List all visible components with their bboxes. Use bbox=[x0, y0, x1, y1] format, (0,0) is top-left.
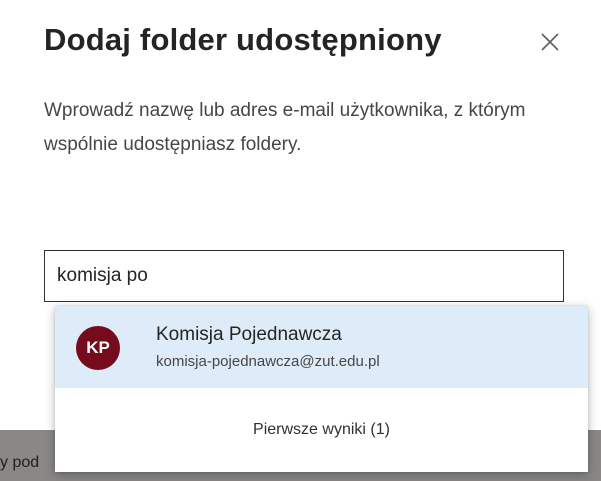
suggestions-dropdown: KP Komisja Pojednawcza komisja-pojednawc… bbox=[55, 306, 588, 472]
add-shared-folder-dialog: y pod Dodaj folder udostępniony Wprowadź… bbox=[0, 0, 601, 481]
suggestion-name: Komisja Pojednawcza bbox=[156, 324, 342, 345]
suggestion-item[interactable]: KP Komisja Pojednawcza komisja-pojednawc… bbox=[55, 306, 588, 388]
close-button[interactable] bbox=[528, 20, 572, 64]
background-partial-text: y pod bbox=[0, 454, 40, 471]
dialog-title: Dodaj folder udostępniony bbox=[44, 22, 442, 57]
suggestion-email: komisja-pojednawcza@zut.edu.pl bbox=[156, 353, 380, 370]
avatar: KP bbox=[76, 326, 120, 370]
top-results-button[interactable]: Pierwsze wyniki (1) bbox=[55, 388, 588, 472]
dialog-description: Wprowadź nazwę lub adres e-mail użytkown… bbox=[44, 100, 526, 155]
close-icon bbox=[541, 33, 559, 51]
user-search-input[interactable] bbox=[44, 250, 564, 302]
